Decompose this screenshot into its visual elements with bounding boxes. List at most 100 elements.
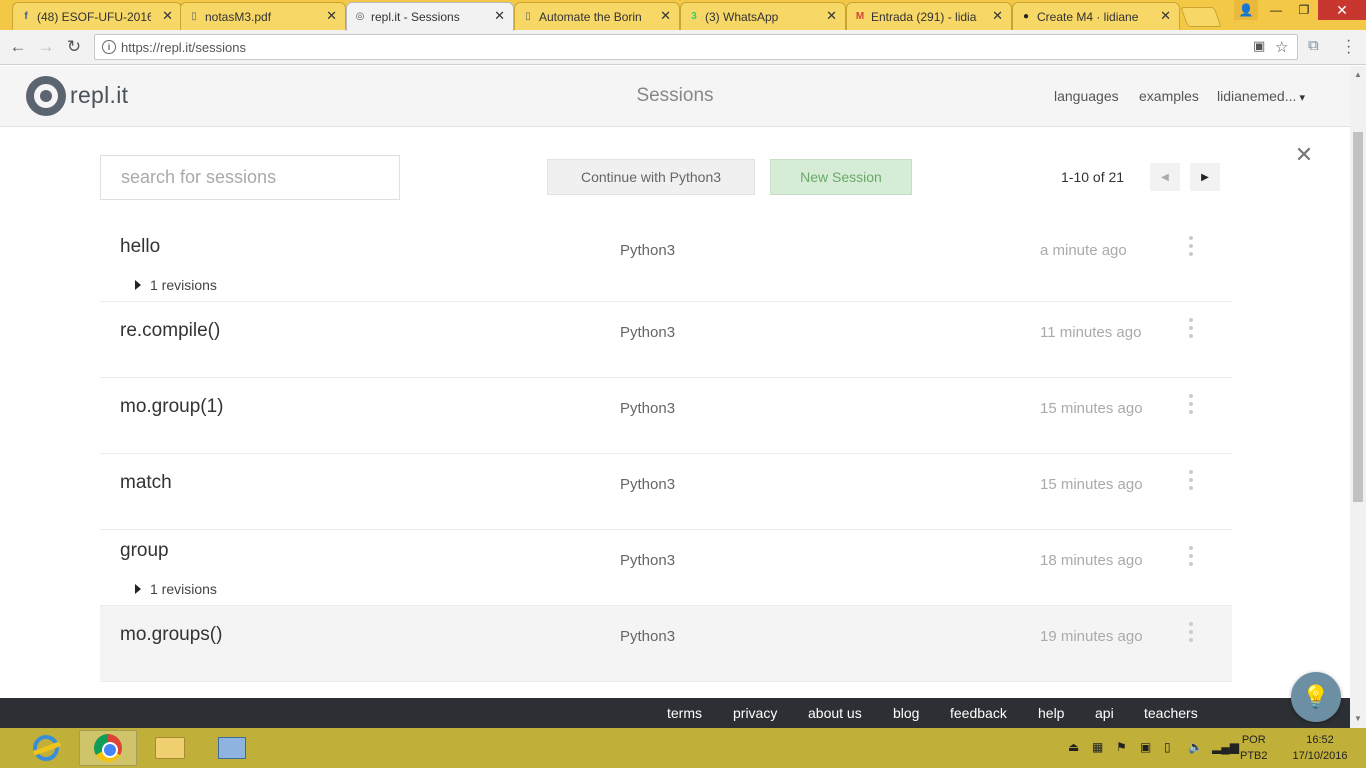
whatsapp-icon: 3 (691, 10, 697, 22)
tab-close-icon[interactable]: ✕ (826, 8, 837, 24)
taskbar-chrome[interactable] (79, 730, 137, 766)
lightbulb-help-icon[interactable]: 💡 (1291, 672, 1341, 722)
close-icon[interactable]: ✕ (1293, 144, 1315, 166)
session-name[interactable]: mo.groups() (120, 624, 222, 646)
scroll-down-icon[interactable]: ▼ (1354, 714, 1362, 723)
nav-examples-link[interactable]: examples (1139, 88, 1199, 104)
more-options-icon[interactable] (1189, 394, 1193, 414)
forward-icon[interactable]: → (36, 37, 56, 57)
flag-tray-icon[interactable]: ⚑ (1116, 740, 1127, 754)
session-name[interactable]: re.compile() (120, 320, 220, 342)
page-scrollbar[interactable]: ▲ ▼ (1350, 66, 1366, 728)
address-bar[interactable]: i https://repl.it/sessions ▣ ☆ (94, 34, 1298, 60)
more-options-icon[interactable] (1189, 622, 1193, 642)
tab-close-icon[interactable]: ✕ (660, 8, 671, 24)
expand-arrow-icon (135, 280, 141, 290)
chrome-menu-icon[interactable]: · · · (1346, 33, 1351, 61)
next-page-icon[interactable]: ▶ (1190, 163, 1220, 191)
browser-tab[interactable]: ● Create M4 · lidiane ✕ (1012, 2, 1180, 30)
clock-time: 16:52 (1306, 734, 1334, 746)
more-options-icon[interactable] (1189, 546, 1193, 566)
session-name[interactable]: hello (120, 236, 160, 258)
back-icon[interactable]: ← (8, 37, 28, 57)
signal-tray-icon[interactable]: ▂▄▆ (1212, 740, 1239, 754)
new-session-button[interactable]: New Session (770, 159, 912, 195)
document-icon: ▯ (525, 10, 531, 22)
session-row[interactable]: hello Python3 a minute ago 1 revisions (100, 226, 1232, 302)
keyboard-tray-icon[interactable]: ▦ (1092, 740, 1103, 754)
volume-tray-icon[interactable]: 🔈 (1188, 740, 1203, 754)
continue-button[interactable]: Continue with Python3 (547, 159, 755, 195)
system-clock[interactable]: 16:52 17/10/2016 (1280, 732, 1360, 764)
bookmark-star-icon[interactable]: ☆ (1275, 38, 1288, 56)
taskbar-ie[interactable] (17, 730, 75, 766)
reload-icon[interactable]: ↻ (64, 37, 84, 57)
taskbar-explorer[interactable] (141, 730, 199, 766)
browser-tab[interactable]: M Entrada (291) - lidia ✕ (846, 2, 1012, 30)
footer-link[interactable]: about us (808, 705, 862, 721)
taskbar-remote[interactable] (203, 730, 261, 766)
browser-tab[interactable]: f (48) ESOF-UFU-2016 ✕ (12, 2, 182, 30)
session-language: Python3 (620, 552, 676, 569)
nav-languages-link[interactable]: languages (1054, 88, 1119, 104)
more-options-icon[interactable] (1189, 318, 1193, 338)
scrollbar-thumb[interactable] (1353, 132, 1363, 502)
new-tab-button[interactable] (1180, 7, 1222, 27)
footer-link[interactable]: help (1038, 705, 1064, 721)
footer-link[interactable]: feedback (950, 705, 1007, 721)
cast-icon[interactable]: ▣ (1253, 38, 1265, 54)
maximize-button[interactable]: ❐ (1290, 0, 1318, 20)
footer-link[interactable]: blog (893, 705, 919, 721)
search-box (100, 155, 400, 200)
input-language[interactable]: POR PTB2 (1240, 732, 1268, 764)
session-language: Python3 (620, 242, 676, 259)
footer-link[interactable]: api (1095, 705, 1114, 721)
footer-link[interactable]: terms (667, 705, 702, 721)
browser-tab[interactable]: ◎ repl.it - Sessions ✕ (346, 2, 514, 31)
minimize-button[interactable]: — (1262, 0, 1290, 20)
revisions-toggle[interactable]: 1 revisions (135, 581, 217, 597)
tab-close-icon[interactable]: ✕ (992, 8, 1003, 24)
footer-link[interactable]: privacy (733, 705, 777, 721)
revisions-label: 1 revisions (150, 277, 217, 293)
user-menu[interactable]: lidianemed... (1217, 88, 1305, 104)
url-text[interactable]: https://repl.it/sessions (121, 40, 246, 55)
browser-tab[interactable]: ▯ notasM3.pdf ✕ (180, 2, 346, 30)
logo-text[interactable]: repl.it (70, 82, 128, 109)
browser-tab[interactable]: 3 (3) WhatsApp ✕ (680, 2, 846, 30)
scroll-up-icon[interactable]: ▲ (1354, 70, 1362, 79)
tab-title: notasM3.pdf (205, 9, 272, 24)
replit-logo-icon[interactable] (26, 76, 66, 116)
tab-close-icon[interactable]: ✕ (1160, 8, 1171, 24)
session-name[interactable]: group (120, 540, 169, 562)
extension-icon[interactable]: ⧉ (1308, 37, 1319, 54)
session-row[interactable]: mo.groups() Python3 19 minutes ago (100, 606, 1232, 682)
session-row[interactable]: match Python3 15 minutes ago (100, 454, 1232, 530)
session-row[interactable]: group Python3 18 minutes ago 1 revisions (100, 530, 1232, 606)
monitor-tray-icon[interactable]: ▣ (1140, 740, 1151, 754)
session-name[interactable]: match (120, 472, 172, 494)
profile-icon[interactable]: 👤 (1234, 0, 1258, 20)
more-options-icon[interactable] (1189, 236, 1193, 256)
battery-tray-icon[interactable]: ▯ (1164, 740, 1171, 754)
search-input[interactable] (101, 156, 399, 199)
footer-link[interactable]: teachers (1144, 705, 1198, 721)
tab-close-icon[interactable]: ✕ (162, 8, 173, 24)
tab-close-icon[interactable]: ✕ (326, 8, 337, 24)
window-close-button[interactable]: ✕ (1318, 0, 1366, 20)
tab-close-icon[interactable]: ✕ (494, 8, 505, 24)
revisions-toggle[interactable]: 1 revisions (135, 277, 217, 293)
tab-title: (48) ESOF-UFU-2016 (37, 9, 151, 24)
session-row[interactable]: mo.group(1) Python3 15 minutes ago (100, 378, 1232, 454)
session-row[interactable]: re.compile() Python3 11 minutes ago (100, 302, 1232, 378)
tab-title: Automate the Borin (539, 9, 642, 24)
clock-date: 17/10/2016 (1292, 750, 1348, 762)
browser-tab[interactable]: ▯ Automate the Borin ✕ (514, 2, 680, 30)
prev-page-icon[interactable]: ◀ (1150, 163, 1180, 191)
session-name[interactable]: mo.group(1) (120, 396, 224, 418)
more-options-icon[interactable] (1189, 470, 1193, 490)
usb-tray-icon[interactable]: ⏏ (1068, 740, 1079, 754)
session-language: Python3 (620, 476, 676, 493)
github-icon: ● (1022, 10, 1030, 22)
site-info-icon[interactable]: i (102, 40, 116, 54)
